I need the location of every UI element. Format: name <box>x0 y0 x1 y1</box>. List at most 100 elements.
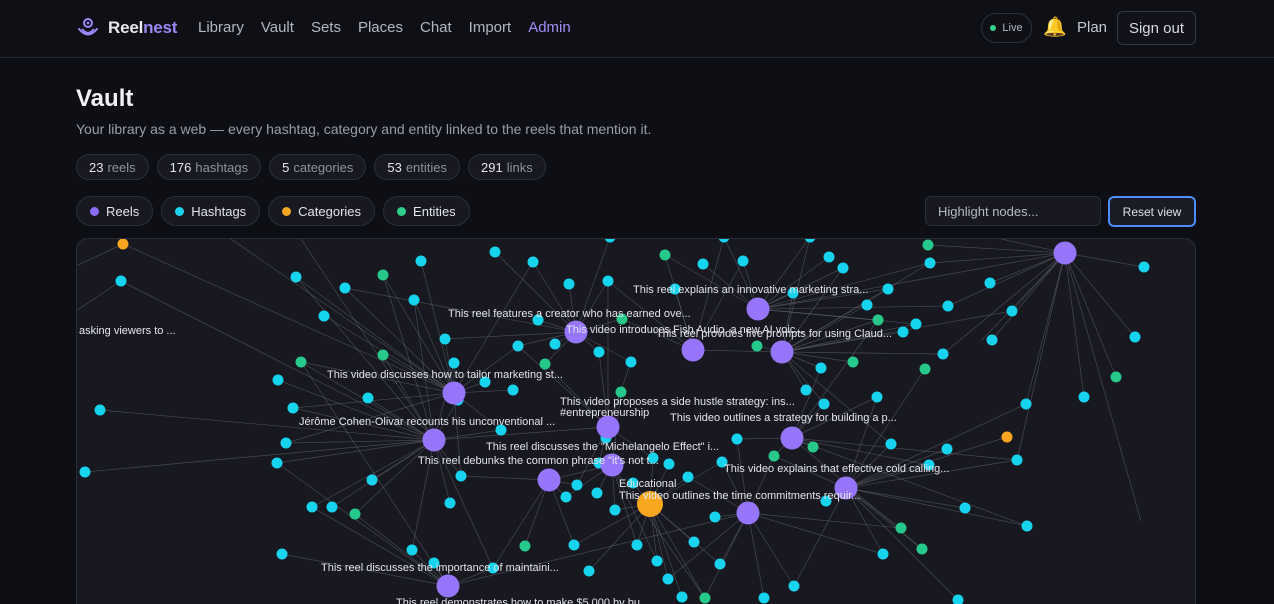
entity-node[interactable] <box>1110 371 1122 383</box>
hashtag-node[interactable] <box>688 536 700 548</box>
nav-import[interactable]: Import <box>469 19 512 36</box>
nav-sets[interactable]: Sets <box>311 19 341 36</box>
hashtag-node[interactable] <box>737 255 749 267</box>
graph-canvas[interactable]: asking viewers to ... This reel features … <box>77 239 1196 604</box>
hashtag-node[interactable] <box>366 474 378 486</box>
hashtag-node[interactable] <box>326 501 338 513</box>
hashtag-node[interactable] <box>731 433 743 445</box>
entity-node[interactable] <box>539 358 551 370</box>
hashtag-node[interactable] <box>527 256 539 268</box>
reel-node[interactable] <box>681 338 705 362</box>
nav-vault[interactable]: Vault <box>261 19 294 36</box>
hashtag-node[interactable] <box>942 300 954 312</box>
filter-hashtags-chip[interactable]: Hashtags <box>161 196 261 226</box>
entity-node[interactable] <box>751 340 763 352</box>
entity-node[interactable] <box>377 349 389 361</box>
entity-node[interactable] <box>699 592 711 604</box>
filter-categories-chip[interactable]: Categories <box>268 196 376 226</box>
hashtag-node[interactable] <box>276 548 288 560</box>
hashtag-node[interactable] <box>984 277 996 289</box>
entity-node[interactable] <box>349 508 361 520</box>
hashtag-node[interactable] <box>507 384 519 396</box>
reel-node[interactable] <box>1053 241 1077 265</box>
brand-logo[interactable]: Reelnest <box>76 16 177 40</box>
hashtag-node[interactable] <box>1138 261 1150 273</box>
hashtag-node[interactable] <box>837 262 849 274</box>
hashtag-node[interactable] <box>406 544 418 556</box>
hashtag-node[interactable] <box>924 257 936 269</box>
hashtag-node[interactable] <box>788 580 800 592</box>
hashtag-node[interactable] <box>941 443 953 455</box>
entity-node[interactable] <box>519 540 531 552</box>
entity-node[interactable] <box>919 363 931 375</box>
nav-places[interactable]: Places <box>358 19 403 36</box>
hashtag-node[interactable] <box>861 299 873 311</box>
hashtag-node[interactable] <box>1006 305 1018 317</box>
reel-node[interactable] <box>780 426 804 450</box>
hashtag-node[interactable] <box>662 573 674 585</box>
reel-node[interactable] <box>736 501 760 525</box>
hashtag-node[interactable] <box>280 437 292 449</box>
filter-entities-chip[interactable]: Entities <box>383 196 470 226</box>
hashtag-node[interactable] <box>290 271 302 283</box>
hashtag-node[interactable] <box>697 258 709 270</box>
reel-node[interactable] <box>422 428 446 452</box>
hashtag-node[interactable] <box>1011 454 1023 466</box>
hashtag-node[interactable] <box>682 471 694 483</box>
bell-icon[interactable]: 🔔 <box>1043 15 1067 39</box>
hashtag-node[interactable] <box>444 497 456 509</box>
hashtag-node[interactable] <box>871 391 883 403</box>
entity-node[interactable] <box>377 269 389 281</box>
hashtag-node[interactable] <box>272 374 284 386</box>
hashtag-node[interactable] <box>602 275 614 287</box>
hashtag-node[interactable] <box>718 239 730 243</box>
hashtag-node[interactable] <box>415 255 427 267</box>
entity-node[interactable] <box>847 356 859 368</box>
nav-library[interactable]: Library <box>198 19 244 36</box>
hashtag-node[interactable] <box>271 457 283 469</box>
reel-node[interactable] <box>770 340 794 364</box>
hashtag-node[interactable] <box>800 384 812 396</box>
hashtag-node[interactable] <box>882 283 894 295</box>
hashtag-node[interactable] <box>362 392 374 404</box>
hashtag-node[interactable] <box>714 558 726 570</box>
hashtag-node[interactable] <box>676 591 688 603</box>
hashtag-node[interactable] <box>910 318 922 330</box>
nav-chat[interactable]: Chat <box>420 19 452 36</box>
hashtag-node[interactable] <box>625 356 637 368</box>
hashtag-node[interactable] <box>512 340 524 352</box>
hashtag-node[interactable] <box>1020 398 1032 410</box>
hashtag-node[interactable] <box>877 548 889 560</box>
vault-graph[interactable]: asking viewers to ... This reel features … <box>76 238 1196 604</box>
entity-node[interactable] <box>807 441 819 453</box>
hashtag-node[interactable] <box>885 438 897 450</box>
hashtag-node[interactable] <box>448 357 460 369</box>
category-node[interactable] <box>1001 431 1013 443</box>
highlight-nodes-input[interactable] <box>925 196 1101 226</box>
reel-node[interactable] <box>746 297 770 321</box>
hashtag-node[interactable] <box>631 539 643 551</box>
hashtag-node[interactable] <box>287 402 299 414</box>
sign-out-button[interactable]: Sign out <box>1117 11 1196 45</box>
hashtag-node[interactable] <box>94 404 106 416</box>
hashtag-node[interactable] <box>1129 331 1141 343</box>
nav-admin[interactable]: Admin <box>528 19 571 36</box>
hashtag-node[interactable] <box>115 275 127 287</box>
reset-view-button[interactable]: Reset view <box>1108 196 1196 227</box>
hashtag-node[interactable] <box>439 333 451 345</box>
entity-node[interactable] <box>768 450 780 462</box>
hashtag-node[interactable] <box>651 555 663 567</box>
hashtag-node[interactable] <box>663 458 675 470</box>
hashtag-node[interactable] <box>709 511 721 523</box>
hashtag-node[interactable] <box>306 501 318 513</box>
hashtag-node[interactable] <box>609 504 621 516</box>
hashtag-node[interactable] <box>560 491 572 503</box>
entity-node[interactable] <box>895 522 907 534</box>
hashtag-node[interactable] <box>571 479 583 491</box>
hashtag-node[interactable] <box>549 338 561 350</box>
hashtag-node[interactable] <box>489 246 501 258</box>
hashtag-node[interactable] <box>1078 391 1090 403</box>
category-node[interactable] <box>117 239 129 250</box>
entity-node[interactable] <box>872 314 884 326</box>
hashtag-node[interactable] <box>318 310 330 322</box>
